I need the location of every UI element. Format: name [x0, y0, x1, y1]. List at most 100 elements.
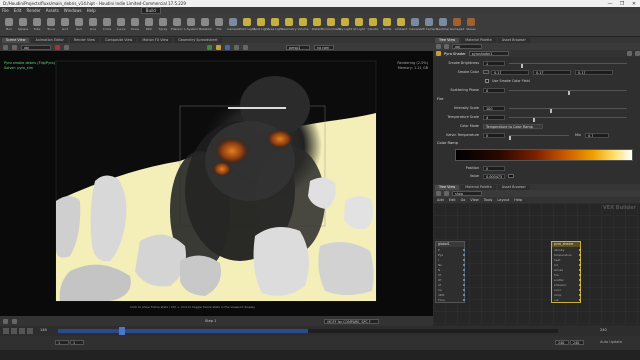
node-port[interactable] — [579, 274, 581, 276]
slider-knob[interactable] — [532, 117, 535, 122]
color-mode-dropdown[interactable]: Temperature to Color Ramp — [483, 123, 543, 129]
param-slider[interactable] — [509, 116, 627, 122]
vex-node-global[interactable]: global1 P Eye I Ns N Cf Of Af Ce dPdt Time — [435, 241, 465, 303]
net-menu-tools[interactable]: Tools — [484, 198, 493, 202]
snapshot-icon[interactable] — [207, 44, 212, 50]
shelf-tool[interactable]: Sky Light — [338, 16, 352, 35]
shelf-tool[interactable]: Tube — [31, 16, 43, 35]
node-port[interactable] — [579, 294, 581, 296]
use-smoke-color-checkbox[interactable] — [485, 79, 489, 83]
node-name-field[interactable]: pyroshader1 — [468, 51, 509, 56]
menu-windows[interactable]: Windows — [64, 8, 82, 13]
scene-viewport[interactable]: Pyro smoke debris (Flip/Pyro) Solver: py… — [0, 51, 433, 316]
shaded-icon[interactable] — [243, 44, 248, 50]
gear-icon[interactable] — [627, 51, 632, 56]
net-menu-edit[interactable]: Edit — [449, 198, 456, 202]
timeline[interactable]: 148 240 — [0, 326, 640, 336]
forward-icon[interactable] — [444, 191, 449, 196]
tab-animation-editor[interactable]: Animation Editor — [31, 37, 68, 43]
param-value[interactable]: 0 — [483, 165, 505, 171]
end-frame[interactable]: 240 — [600, 328, 607, 332]
mix-value[interactable]: 0.7 — [585, 132, 609, 138]
shelf-tool[interactable]: Point Light — [239, 16, 255, 35]
shelf-tool[interactable]: Caustic — [367, 16, 379, 35]
net-menu-go[interactable]: Go — [461, 198, 466, 202]
shelf-tool[interactable]: Draw — [129, 16, 141, 35]
param-slider[interactable] — [509, 107, 627, 113]
node-port[interactable] — [463, 259, 465, 261]
shelf-tool[interactable]: Area Light — [267, 16, 283, 35]
tab-tree-view[interactable]: Tree View — [435, 37, 460, 43]
node-port[interactable] — [463, 299, 465, 301]
smoke-color-r[interactable]: 0.17 — [491, 69, 529, 75]
shelf-tool[interactable]: Portal — [381, 16, 393, 35]
tab-geometry-spreadsheet[interactable]: Geometry Spreadsheet — [174, 37, 222, 43]
shelf-tool[interactable]: Ambient — [395, 16, 407, 35]
tab-motion-fx-view[interactable]: Motion FX View — [138, 37, 173, 43]
shelf-tool[interactable]: Stereo — [465, 16, 477, 35]
net-menu-help[interactable]: Help — [514, 198, 522, 202]
toggle-icon[interactable] — [12, 318, 17, 324]
shelf-tool[interactable]: Path — [143, 16, 155, 35]
light-icon[interactable] — [216, 44, 221, 50]
pause-icon[interactable] — [64, 44, 69, 50]
param-value[interactable]: 1 — [483, 60, 505, 66]
tab-asset-browser[interactable]: Asset Browser — [497, 184, 530, 190]
shelf-tool[interactable]: Platonic — [171, 16, 183, 35]
param-path-field[interactable]: obj — [452, 44, 482, 49]
node-port[interactable] — [579, 299, 581, 301]
tab-composite-view[interactable]: Composite View — [101, 37, 137, 43]
slider-knob[interactable] — [509, 135, 511, 140]
smoke-color-b[interactable]: 0.17 — [575, 69, 613, 75]
shelf-tool[interactable]: Geometry — [282, 16, 296, 35]
shelf-tool[interactable]: Metaball — [199, 16, 211, 35]
wireframe-icon[interactable] — [234, 44, 239, 50]
node-port[interactable] — [463, 269, 465, 271]
path-field[interactable]: obj — [21, 44, 51, 50]
menu-render[interactable]: Render — [26, 8, 40, 13]
tab-tree-view[interactable]: Tree View — [435, 184, 460, 190]
param-slider[interactable] — [509, 134, 569, 140]
node-port[interactable] — [463, 274, 465, 276]
shelf-tool[interactable]: Spot Light — [253, 16, 269, 35]
forward-icon[interactable] — [12, 44, 17, 50]
tab-asset-browser[interactable]: Asset Browser — [497, 37, 530, 43]
back-icon[interactable] — [436, 191, 441, 196]
back-icon[interactable] — [3, 44, 8, 50]
tab-render-view[interactable]: Render View — [69, 37, 100, 43]
node-port[interactable] — [579, 264, 581, 266]
minimize-button[interactable]: — — [604, 1, 616, 7]
ramp-color-swatch[interactable] — [508, 174, 514, 178]
node-port[interactable] — [579, 249, 581, 251]
current-frame[interactable]: 148 — [40, 328, 47, 332]
camera-selector[interactable]: persp1 — [286, 44, 310, 50]
shelf-tool[interactable]: Camera — [409, 16, 421, 35]
node-port[interactable] — [579, 284, 581, 286]
node-port[interactable] — [463, 254, 465, 256]
display-selector[interactable]: no cam — [314, 44, 334, 50]
tab-material-palette[interactable]: Material Palette — [461, 37, 496, 43]
slider-knob[interactable] — [568, 90, 570, 95]
tab-scene-view[interactable]: Scene View — [2, 37, 30, 43]
net-menu-view[interactable]: View — [470, 198, 478, 202]
slider-knob[interactable] — [550, 108, 553, 113]
node-port[interactable] — [463, 249, 465, 251]
slider-knob[interactable] — [520, 63, 523, 68]
shelf-tool[interactable]: Environment — [321, 16, 341, 35]
shelf-tool[interactable]: Camera — [227, 16, 239, 35]
shelf-tool[interactable]: Gamepad — [450, 16, 464, 35]
net-menu-layout[interactable]: Layout — [497, 198, 509, 202]
forward-icon[interactable] — [444, 44, 449, 49]
tab-material-palette[interactable]: Material Palette — [461, 184, 496, 190]
shelf-tool[interactable]: L-System — [184, 16, 198, 35]
color-ramp[interactable] — [455, 149, 633, 161]
node-port[interactable] — [463, 264, 465, 266]
back-icon[interactable] — [436, 44, 441, 49]
net-menu-add[interactable]: Add — [437, 198, 444, 202]
param-value[interactable]: 0.000473 — [483, 173, 505, 179]
shelf-tool[interactable]: Null — [73, 16, 85, 35]
shelf-tool[interactable]: Box — [3, 16, 15, 35]
range-start-field[interactable]: 1 — [55, 340, 69, 345]
shelf-tool[interactable]: Volume — [297, 16, 309, 35]
menu-file[interactable]: File — [2, 8, 9, 13]
